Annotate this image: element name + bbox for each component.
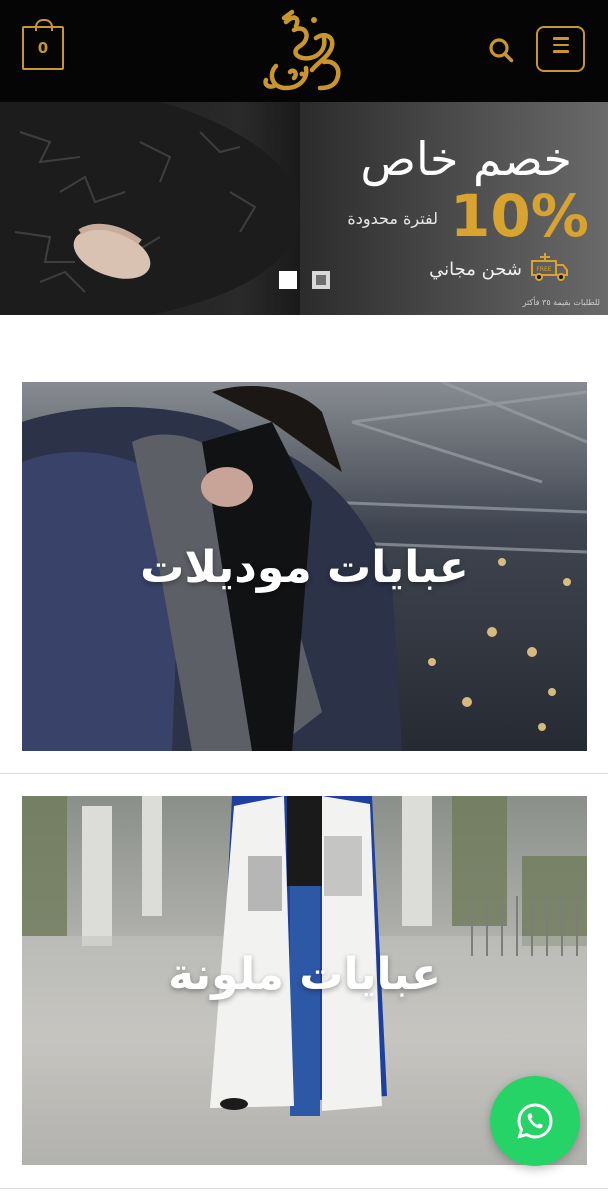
search-icon[interactable]	[488, 37, 514, 63]
banner-period: لفترة محدودة	[347, 209, 438, 228]
banner-discount: 10%	[450, 182, 589, 250]
cart-count: 0	[37, 39, 49, 57]
banner-title: خصم خاص	[360, 132, 572, 186]
brand-logo[interactable]	[254, 8, 354, 96]
category-label: عبايات موديلات	[140, 542, 469, 593]
free-shipping-icon: FREE	[531, 253, 568, 281]
hamburger-menu-icon	[552, 37, 569, 40]
divider	[0, 773, 608, 774]
site-header: 0	[0, 0, 608, 102]
promo-banner[interactable]: خصم خاص 10% لفترة محدودة FREE شحن مجاني …	[0, 102, 608, 315]
banner-shipping: شحن مجاني	[429, 259, 522, 280]
cart-button[interactable]: 0	[22, 19, 64, 70]
divider	[0, 1188, 608, 1189]
banner-model-image	[0, 102, 300, 315]
category-label: عبايات ملونة	[167, 949, 442, 1000]
slider-dot-2[interactable]	[312, 271, 330, 289]
slider-dot-1[interactable]	[279, 271, 297, 289]
menu-button[interactable]	[536, 26, 585, 72]
free-badge-text: FREE	[536, 266, 551, 273]
category-card-models[interactable]: عبايات موديلات	[22, 382, 587, 751]
whatsapp-button[interactable]	[490, 1076, 580, 1166]
banner-note: للطلبات بقيمة ٣٥ فأكثر	[522, 298, 600, 307]
whatsapp-icon	[517, 1103, 553, 1139]
